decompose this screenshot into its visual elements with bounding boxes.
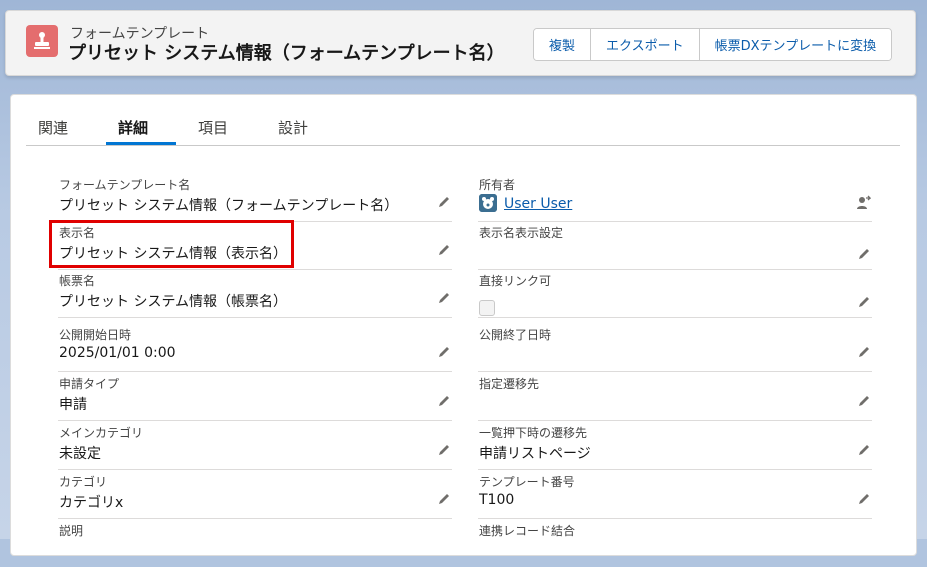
change-owner-icon[interactable] [855, 195, 871, 211]
field-value: 申請 [59, 397, 87, 413]
pencil-icon[interactable] [857, 492, 871, 506]
field-display-name-setting: 表示名表示設定 [478, 221, 872, 270]
tab-design[interactable]: 設計 [278, 117, 308, 138]
field-value: プリセット システム情報（フォームテンプレート名） [59, 198, 399, 214]
direct-link-checkbox[interactable] [479, 300, 495, 316]
active-tab-indicator [106, 142, 176, 145]
pencil-icon[interactable] [857, 295, 871, 309]
highlight-annotation [49, 220, 294, 268]
field-label: メインカテゴリ [59, 426, 144, 440]
pencil-icon[interactable] [857, 394, 871, 408]
field-value: 申請リストページ [479, 446, 591, 462]
pencil-icon[interactable] [857, 247, 871, 261]
export-button[interactable]: エクスポート [591, 29, 700, 60]
stamp-icon [26, 25, 58, 57]
field-label: テンプレート番号 [479, 475, 575, 489]
detail-card: 関連 詳細 項目 設計 フォームテンプレート名 プリセット システム情報（フォー… [10, 94, 917, 556]
field-publish-end: 公開終了日時 [478, 323, 872, 372]
record-header: フォームテンプレート プリセット システム情報（フォームテンプレート名） 複製 … [5, 10, 916, 76]
field-value: プリセット システム情報（帳票名） [59, 294, 288, 310]
field-template-number: テンプレート番号 T100 [478, 470, 872, 519]
field-direct-link: 直接リンク可 [478, 269, 872, 318]
field-label: 説明 [59, 524, 84, 538]
field-label: 一覧押下時の遷移先 [479, 426, 588, 440]
field-label: 公開開始日時 [59, 328, 132, 342]
action-button-group: 複製 エクスポート 帳票DXテンプレートに変換 [533, 28, 893, 61]
field-category: カテゴリ カテゴリx [58, 470, 452, 519]
field-report-name: 帳票名 プリセット システム情報（帳票名） [58, 269, 452, 318]
field-value: T100 [479, 492, 515, 508]
field-value: カテゴリx [59, 495, 124, 511]
field-label: 帳票名 [59, 274, 96, 288]
field-label: 公開終了日時 [479, 328, 552, 342]
convert-template-button[interactable]: 帳票DXテンプレートに変換 [699, 29, 892, 60]
pencil-icon[interactable] [857, 345, 871, 359]
field-label: 指定遷移先 [479, 377, 540, 391]
pencil-icon[interactable] [437, 291, 451, 305]
clone-button[interactable]: 複製 [534, 29, 592, 60]
tab-bar: 関連 詳細 項目 設計 [26, 95, 900, 146]
field-description: 説明 [58, 519, 452, 567]
field-owner: 所有者 User User [478, 173, 872, 222]
record-title: プリセット システム情報（フォームテンプレート名） [68, 43, 505, 64]
pencil-icon[interactable] [437, 394, 451, 408]
pencil-icon[interactable] [437, 243, 451, 257]
field-label: 申請タイプ [59, 377, 120, 391]
pencil-icon[interactable] [857, 443, 871, 457]
user-avatar-icon [479, 194, 497, 212]
pencil-icon[interactable] [437, 345, 451, 359]
pencil-icon[interactable] [437, 195, 451, 209]
field-label: 表示名表示設定 [479, 226, 564, 240]
field-label: 連携レコード結合 [479, 524, 576, 538]
field-label: カテゴリ [59, 475, 108, 489]
field-main-category: メインカテゴリ 未設定 [58, 421, 452, 470]
field-linked-record-join: 連携レコード結合 [478, 519, 872, 567]
field-application-type: 申請タイプ 申請 [58, 372, 452, 421]
field-form-template-name: フォームテンプレート名 プリセット システム情報（フォームテンプレート名） [58, 173, 452, 222]
tab-items[interactable]: 項目 [198, 117, 228, 138]
pencil-icon[interactable] [437, 443, 451, 457]
field-label: 直接リンク可 [479, 274, 552, 288]
field-label: 所有者 [479, 178, 516, 192]
field-list-click-target: 一覧押下時の遷移先 申請リストページ [478, 421, 872, 470]
field-publish-start: 公開開始日時 2025/01/01 0:00 [58, 323, 452, 372]
field-value: 2025/01/01 0:00 [59, 345, 176, 361]
field-redirect-target: 指定遷移先 [478, 372, 872, 421]
field-label: フォームテンプレート名 [59, 178, 191, 192]
owner-link[interactable]: User User [504, 196, 572, 212]
field-value: 未設定 [59, 446, 101, 462]
pencil-icon[interactable] [437, 492, 451, 506]
tab-details[interactable]: 詳細 [118, 117, 148, 138]
tab-related[interactable]: 関連 [38, 117, 68, 138]
